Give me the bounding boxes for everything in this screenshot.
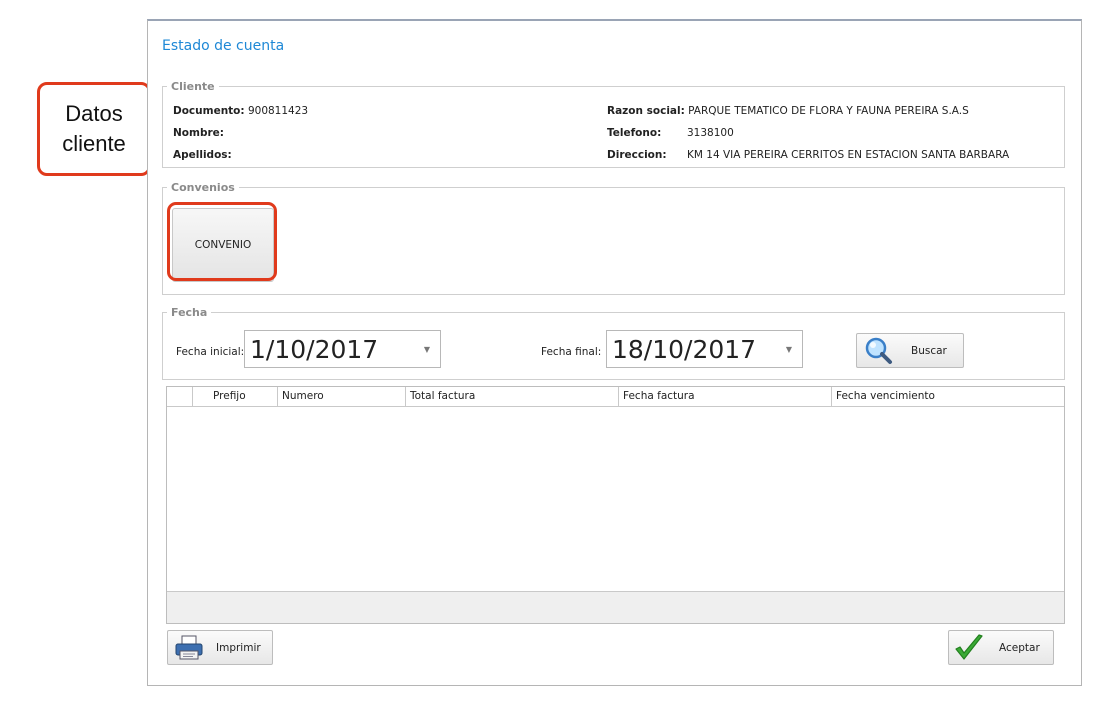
grid-header: Prefijo Numero Total factura Fecha factu… xyxy=(167,387,1064,407)
direccion-value: KM 14 VIA PEREIRA CERRITOS EN ESTACION S… xyxy=(687,149,1010,161)
apellidos-label: Apellidos: xyxy=(173,149,232,161)
checkmark-icon xyxy=(953,633,985,663)
telefono-label-text: Telefono: xyxy=(607,127,662,139)
razon-social-value: PARQUE TEMATICO DE FLORA Y FAUNA PEREIRA… xyxy=(688,105,969,117)
fecha-inicial-label: Fecha inicial: xyxy=(176,346,245,358)
convenios-group: Convenios xyxy=(162,181,1065,295)
fecha-final-label: Fecha final: xyxy=(541,346,602,358)
chevron-down-icon[interactable]: ▼ xyxy=(776,345,802,354)
razon-social-label: Razon social: xyxy=(607,105,685,117)
documento-value: 900811423 xyxy=(247,105,309,117)
col-fecha-factura[interactable]: Fecha factura xyxy=(618,387,831,406)
col-prefijo[interactable]: Prefijo xyxy=(192,387,277,406)
annotation-line-2: cliente xyxy=(62,131,126,156)
annotation-line-1: Datos xyxy=(65,101,123,126)
documento-row: Documento: 900811423 xyxy=(173,105,308,117)
col-numero[interactable]: Numero xyxy=(277,387,405,406)
fecha-inicial-value: 1/10/2017 xyxy=(250,334,379,364)
magnifier-icon xyxy=(863,336,893,366)
grid-footer xyxy=(167,591,1064,623)
telefono-label: Telefono: xyxy=(607,127,661,139)
fecha-final-picker[interactable]: 18/10/2017 ▼ xyxy=(606,330,803,368)
direccion-label-text: Direccion: xyxy=(607,149,667,161)
razon-social-row: Razon social: PARQUE TEMATICO DE FLORA Y… xyxy=(607,105,969,117)
col-fecha-vencimiento[interactable]: Fecha vencimiento xyxy=(831,387,1064,406)
apellidos-row: Apellidos: xyxy=(173,149,232,161)
nombre-label: Nombre: xyxy=(173,127,224,139)
fecha-legend: Fecha xyxy=(171,306,208,319)
printer-icon xyxy=(174,635,204,661)
imprimir-button[interactable]: Imprimir xyxy=(167,630,273,665)
aceptar-button[interactable]: Aceptar xyxy=(948,630,1054,665)
telefono-value: 3138100 xyxy=(687,127,734,139)
annotation-datos-cliente: Datos cliente xyxy=(37,82,151,176)
fecha-inicial-picker[interactable]: 1/10/2017 ▼ xyxy=(244,330,441,368)
row-indicator-header xyxy=(167,387,192,406)
facturas-grid[interactable]: Prefijo Numero Total factura Fecha factu… xyxy=(166,386,1065,624)
annotation-convenio-highlight xyxy=(167,202,277,281)
imprimir-label: Imprimir xyxy=(216,641,261,654)
buscar-label: Buscar xyxy=(911,344,947,357)
estado-de-cuenta-window: Estado de cuenta Cliente Documento: 9008… xyxy=(147,19,1082,686)
aceptar-label: Aceptar xyxy=(999,641,1040,654)
fecha-final-value: 18/10/2017 xyxy=(612,334,757,364)
chevron-down-icon[interactable]: ▼ xyxy=(414,345,440,354)
buscar-button[interactable]: Buscar xyxy=(856,333,964,368)
convenios-legend: Convenios xyxy=(171,181,235,194)
documento-label: Documento: xyxy=(173,105,245,117)
window-title: Estado de cuenta xyxy=(162,38,285,54)
direccion-label: Direccion: xyxy=(607,149,667,161)
nombre-row: Nombre: xyxy=(173,127,224,139)
col-total-factura[interactable]: Total factura xyxy=(405,387,618,406)
cliente-legend: Cliente xyxy=(171,80,215,93)
